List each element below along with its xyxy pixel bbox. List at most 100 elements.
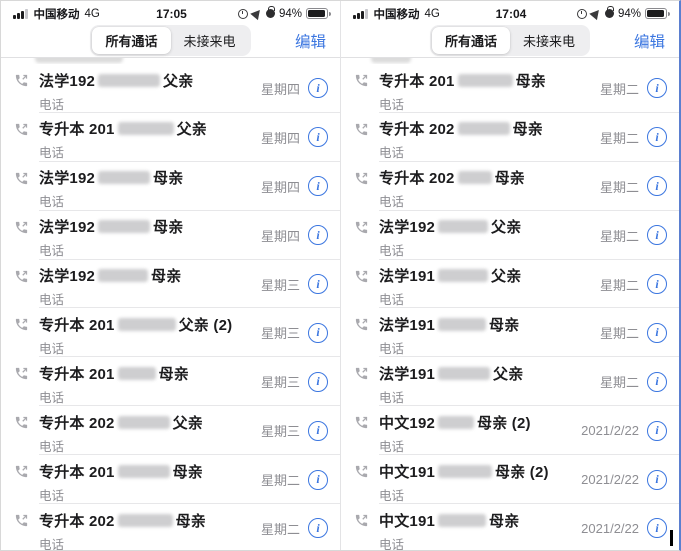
- call-log-row[interactable]: 法学192 父亲 电话 星期二 i: [341, 211, 679, 260]
- redacted-blur: [118, 416, 170, 429]
- redacted-blur: [438, 465, 492, 478]
- call-date-label: 星期二: [600, 128, 639, 147]
- edit-button[interactable]: 编辑: [295, 30, 326, 52]
- call-log-row[interactable]: 法学192 父亲 电话 星期四 i: [1, 64, 340, 113]
- outgoing-call-icon: [354, 366, 369, 381]
- call-date-label: 星期二: [600, 226, 639, 245]
- info-icon[interactable]: i: [308, 274, 328, 294]
- info-icon[interactable]: i: [308, 176, 328, 196]
- contact-name-suffix: 母亲: [495, 167, 525, 188]
- redacted-blur: [118, 367, 156, 380]
- info-icon[interactable]: i: [308, 372, 328, 392]
- info-icon[interactable]: i: [647, 274, 667, 294]
- call-date-label: 星期三: [261, 323, 300, 342]
- contact-name-suffix: 母亲: [176, 510, 206, 531]
- info-icon[interactable]: i: [647, 421, 667, 441]
- call-date-label: 2021/2/22: [581, 521, 639, 536]
- edit-button[interactable]: 编辑: [634, 30, 665, 52]
- contact-name-suffix: 父亲: [491, 265, 521, 286]
- info-icon[interactable]: i: [647, 470, 667, 490]
- call-log-row[interactable]: 专升本 201 母亲 电话 星期三 i: [1, 357, 340, 406]
- call-date-label: 星期二: [600, 177, 639, 196]
- info-icon[interactable]: i: [308, 518, 328, 538]
- info-icon[interactable]: i: [308, 225, 328, 245]
- info-icon[interactable]: i: [647, 225, 667, 245]
- call-date-label: 星期二: [600, 323, 639, 342]
- call-date-label: 星期二: [600, 275, 639, 294]
- info-icon[interactable]: i: [308, 78, 328, 98]
- call-log-row[interactable]: 专升本 202 母亲 电话 星期二 i: [1, 504, 340, 550]
- tab-bar: 所有通话 未接来电 编辑: [1, 23, 340, 57]
- contact-name-prefix: 专升本 202: [379, 118, 455, 139]
- call-log-row[interactable]: 法学191 母亲 电话 星期二 i: [341, 308, 679, 357]
- info-icon[interactable]: i: [647, 176, 667, 196]
- call-date-label: 星期三: [261, 372, 300, 391]
- call-filter-segmented-control: 所有通话 未接来电: [430, 25, 590, 56]
- tab-missed-calls[interactable]: 未接来电: [171, 27, 249, 54]
- info-icon[interactable]: i: [647, 372, 667, 392]
- info-icon[interactable]: i: [647, 127, 667, 147]
- tab-all-calls[interactable]: 所有通话: [432, 27, 510, 54]
- side-by-side-screenshots: 中国移动 4G 17:05 94% 所有通话 未接来电 编辑: [1, 1, 679, 550]
- contact-name-prefix: 专升本 201: [379, 70, 455, 91]
- info-icon[interactable]: i: [308, 127, 328, 147]
- tab-all-calls[interactable]: 所有通话: [92, 27, 170, 54]
- call-log-row[interactable]: 法学192 母亲 电话 星期四 i: [1, 162, 340, 211]
- call-log-row[interactable]: 专升本 201 父亲 电话 星期四 i: [1, 113, 340, 162]
- orientation-lock-icon: [605, 9, 614, 18]
- tab-missed-calls[interactable]: 未接来电: [510, 27, 588, 54]
- call-log-row[interactable]: 专升本 202 母亲 电话 星期二 i: [341, 113, 679, 162]
- outgoing-call-icon: [354, 220, 369, 235]
- info-icon[interactable]: i: [308, 470, 328, 490]
- info-icon[interactable]: i: [647, 78, 667, 98]
- contact-name-suffix: 母亲: [159, 363, 189, 384]
- alarm-icon: [577, 9, 587, 19]
- redacted-blur: [98, 269, 148, 282]
- contact-name-suffix: 母亲: [489, 510, 519, 531]
- contact-name-suffix: 父亲: [177, 118, 207, 139]
- battery-icon: [645, 8, 667, 19]
- call-log-row[interactable]: 法学191 父亲 电话 星期二 i: [341, 260, 679, 309]
- call-log-row[interactable]: 中文192 母亲 (2) 电话 2021/2/22 i: [341, 406, 679, 455]
- call-log-row[interactable]: 中文191 母亲 电话 2021/2/22 i: [341, 504, 679, 550]
- call-date-label: 星期二: [600, 79, 639, 98]
- contact-name-prefix: 中文191: [379, 510, 435, 531]
- redacted-blur: [98, 171, 150, 184]
- contact-name-prefix: 专升本 202: [379, 167, 455, 188]
- info-icon[interactable]: i: [647, 323, 667, 343]
- outgoing-call-icon: [14, 317, 29, 332]
- battery-percent: 94%: [279, 8, 302, 20]
- call-log-row[interactable]: 法学191 父亲 电话 星期二 i: [341, 357, 679, 406]
- call-log-row[interactable]: 专升本 201 母亲 电话 星期二 i: [341, 64, 679, 113]
- call-date-label: 星期三: [261, 275, 300, 294]
- outgoing-call-icon: [14, 415, 29, 430]
- call-date-label: 星期二: [261, 519, 300, 538]
- call-log-row[interactable]: 专升本 202 父亲 电话 星期三 i: [1, 406, 340, 455]
- contact-name-suffix: 母亲: [153, 167, 183, 188]
- screenshot-right: 中国移动 4G 17:04 94% 所有通话 未接来电 编辑: [340, 1, 679, 550]
- call-filter-segmented-control: 所有通话 未接来电: [90, 25, 250, 56]
- call-log-row[interactable]: 专升本 201 父亲 (2) 电话 星期三 i: [1, 308, 340, 357]
- outgoing-call-icon: [14, 269, 29, 284]
- status-bar: 中国移动 4G 17:05 94%: [1, 1, 340, 23]
- contact-name-prefix: 法学191: [379, 314, 435, 335]
- contact-name-prefix: 专升本 201: [39, 118, 115, 139]
- contact-name-prefix: 专升本 201: [39, 363, 115, 384]
- info-icon[interactable]: i: [308, 421, 328, 441]
- call-log-row[interactable]: 专升本 202 母亲 电话 星期二 i: [341, 162, 679, 211]
- call-log-row[interactable]: 法学192 母亲 电话 星期三 i: [1, 260, 340, 309]
- call-log-row[interactable]: 中文191 母亲 (2) 电话 2021/2/22 i: [341, 455, 679, 504]
- info-icon[interactable]: i: [647, 518, 667, 538]
- outgoing-call-icon: [14, 464, 29, 479]
- outgoing-call-icon: [354, 73, 369, 88]
- info-icon[interactable]: i: [308, 323, 328, 343]
- contact-name-suffix: 母亲: [173, 461, 203, 482]
- contact-name-suffix: 母亲: [513, 118, 543, 139]
- orientation-lock-icon: [266, 9, 275, 18]
- outgoing-call-icon: [354, 415, 369, 430]
- call-log-row[interactable]: 专升本 201 母亲 电话 星期二 i: [1, 455, 340, 504]
- contact-name-prefix: 中文191: [379, 461, 435, 482]
- call-log-row[interactable]: 法学192 母亲 电话 星期四 i: [1, 211, 340, 260]
- outgoing-call-icon: [14, 73, 29, 88]
- contact-name-prefix: 专升本 202: [39, 510, 115, 531]
